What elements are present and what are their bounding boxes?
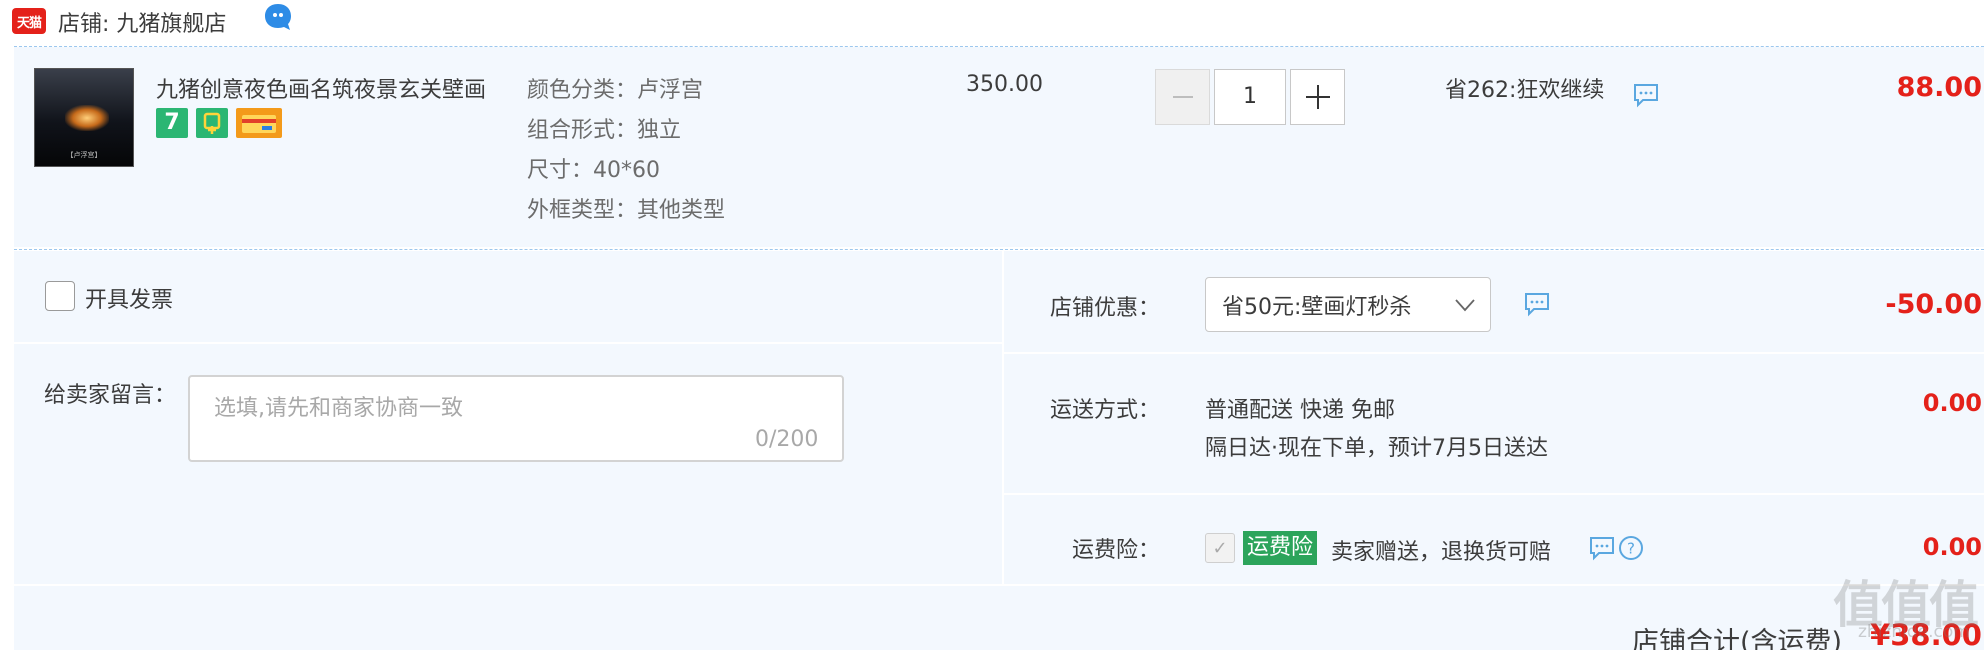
shop-discount-amount: -50.00 <box>1885 289 1982 320</box>
shipping-label: 运送方式： <box>1049 398 1160 423</box>
item-thumbnail[interactable]: 【卢浮宫】 <box>34 68 134 167</box>
tmall-logo: 天猫 <box>12 8 46 34</box>
aliwangwang-icon[interactable] <box>262 2 294 32</box>
shipping-eta: 隔日达·现在下单，预计7月5日送达 <box>1205 436 1548 461</box>
chat-icon[interactable] <box>1523 291 1551 317</box>
chat-icon[interactable] <box>1632 82 1660 108</box>
insurance-checkbox[interactable]: ✓ <box>1205 533 1235 563</box>
item-subtotal: 88.00 <box>1896 72 1982 103</box>
credit-card-badge[interactable] <box>236 108 282 138</box>
plus-icon <box>1305 85 1330 109</box>
spec-color: 颜色分类：卢浮宫 <box>527 78 704 103</box>
minus-icon <box>1172 96 1193 98</box>
quantity-decrease-button[interactable] <box>1155 69 1210 125</box>
shop-discount-select[interactable]: 省50元:壁画灯秒杀 <box>1205 277 1491 332</box>
spec-size: 尺寸：40*60 <box>527 158 661 183</box>
insurance-text: 卖家赠送，退换货可赔 <box>1331 540 1552 565</box>
shop-name[interactable]: 店铺: 九猪旗舰店 <box>58 6 226 38</box>
shipping-method: 普通配送 快递 免邮 <box>1205 398 1395 423</box>
chevron-down-icon <box>1455 299 1475 312</box>
watermark-url: zhizhide.com <box>1858 622 1970 642</box>
divider <box>14 249 1984 250</box>
insurance-tag: 运费险 <box>1243 531 1318 565</box>
item-promotion: 省262:狂欢继续 <box>1445 78 1605 103</box>
help-icon[interactable]: ? <box>1618 535 1644 561</box>
chat-icon[interactable] <box>1588 535 1616 561</box>
7-day-return-badge[interactable]: 7 <box>156 108 188 138</box>
svg-text:?: ? <box>1627 540 1635 558</box>
shop-total-label: 店铺合计(含运费) <box>1632 627 1843 650</box>
unit-price: 350.00 <box>966 72 1043 97</box>
shop-discount-label: 店铺优惠： <box>1049 296 1160 321</box>
item-title[interactable]: 九猪创意夜色画名筑夜景玄关壁画 <box>156 72 516 104</box>
quantity-input[interactable]: 1 <box>1214 69 1286 125</box>
shipping-amount: 0.00 <box>1922 389 1982 417</box>
insurance-amount: 0.00 <box>1922 533 1982 561</box>
consumer-protection-badge[interactable] <box>196 108 228 138</box>
insurance-label: 运费险： <box>1071 538 1160 563</box>
invoice-checkbox[interactable] <box>45 281 75 311</box>
quantity-increase-button[interactable] <box>1290 69 1345 125</box>
spec-frame: 外框类型：其他类型 <box>527 198 726 223</box>
spec-combination: 组合形式：独立 <box>527 118 682 143</box>
invoice-label[interactable]: 开具发票 <box>85 282 173 314</box>
message-char-counter: 0/200 <box>755 427 819 452</box>
message-label: 给卖家留言： <box>44 383 177 408</box>
message-placeholder: 选填,请先和商家协商一致 <box>214 396 463 421</box>
